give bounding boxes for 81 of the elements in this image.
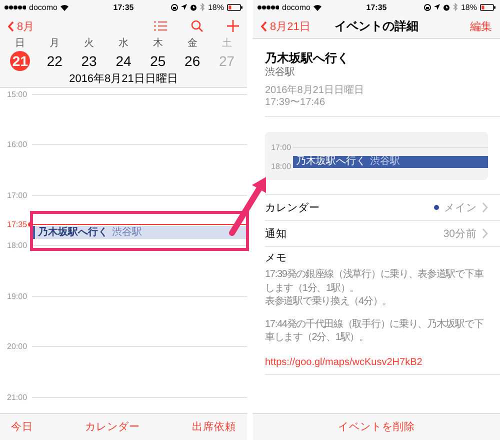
bluetooth-icon [200,3,205,11]
day-number[interactable]: 25 [148,51,168,71]
event-title: 乃木坂駅へ行く [265,50,349,66]
list-icon[interactable] [154,21,167,31]
alarm-icon [190,4,197,10]
battery-icon [227,4,243,10]
carrier-name: docomo [282,2,310,12]
hour-label: 19:00 [6,292,28,300]
weekday-label: 日 [14,38,26,50]
row-label: 通知 [265,226,287,240]
add-icon[interactable] [227,20,239,32]
event-location: 渋谷駅 [370,156,400,168]
tab-button[interactable]: 今日 [11,420,33,434]
memo-text: 17:44発の千代田線（取手行）に乗り、乃木坂駅で下車します（2分、1駅）。 [265,318,485,344]
clock-time: 17:35 [366,2,387,12]
day-number[interactable]: 24 [113,51,134,71]
bluetooth-icon [452,3,458,11]
carrier-name: docomo [29,2,58,12]
row-value: メイン [444,200,477,214]
day-number[interactable]: 21 [10,51,30,71]
event-block[interactable]: 乃木坂駅へ行く 渋谷駅 [33,226,247,239]
day-number[interactable]: 22 [44,51,65,71]
hour-label: 15:00 [6,90,28,98]
memo-text: 17:39発の銀座線（浅草行）に乗り、表参道駅で下車します（1分、1駅）。 [265,268,484,295]
day-number[interactable]: 23 [79,51,100,71]
chevron-icon [482,202,488,213]
location-arrow-icon [180,4,187,10]
nav-title: イベントの詳細 [334,18,418,32]
day-number[interactable]: 27 [216,51,237,71]
location-arrow-icon [434,4,440,10]
current-time-label: 17:35 [6,220,28,229]
event-time: 17:39〜17:46 [265,97,326,109]
rotation-lock-icon [170,4,178,10]
search-icon[interactable] [191,20,203,32]
event-location: 渋谷駅 [112,226,142,239]
signal-icon [257,4,279,10]
chevron-icon [261,20,267,32]
back-button[interactable]: 8月 [8,18,34,34]
event-title: 乃木坂駅へ行く [38,226,108,239]
battery-percent: 18% [208,2,224,12]
rotation-lock-icon [424,4,431,10]
delete-event-button[interactable]: イベントを削除 [338,420,415,434]
event-title: 乃木坂駅へ行く [296,156,366,168]
tab-button[interactable]: カレンダー [85,420,140,434]
hour-label: 18:00 [270,162,292,170]
weekday-label: 月 [48,38,61,50]
weekday-label: 金 [186,38,198,50]
weekday-label: 火 [83,38,96,50]
weekday-label: 水 [117,38,130,50]
signal-icon [4,4,26,10]
wifi-icon [60,4,70,10]
tab-button[interactable]: 出席依頼 [192,420,236,434]
event-location: 渋谷駅 [265,66,295,80]
event-block[interactable]: 乃木坂駅へ行く 渋谷駅 [293,156,488,168]
setting-row[interactable]: 通知 30分前 [265,221,500,247]
memo-text: 表参道駅で乗り換え（4分）。 [265,295,392,308]
event-date: 2016年8月21日日曜日 [265,85,364,97]
map-link[interactable]: https://goo.gl/maps/wcKusv2H7kB2 [265,356,422,370]
setting-row[interactable]: カレンダー メイン [265,195,500,221]
back-button[interactable]: 8月21日 [261,18,310,34]
alarm-icon [442,4,450,10]
day-number[interactable]: 26 [182,51,202,71]
hour-label: 17:00 [270,142,292,152]
row-label: カレンダー [265,200,320,214]
hour-label: 16:00 [6,140,28,149]
edit-button[interactable]: 編集 [470,18,492,34]
clock-time: 17:35 [113,2,134,12]
chevron-icon [482,228,488,239]
memo-label: メモ [265,251,287,265]
wifi-icon [313,4,322,10]
weekday-label: 木 [152,38,164,50]
hour-label: 21:00 [6,392,28,402]
hour-label: 20:00 [6,342,28,351]
weekday-label: 土 [220,38,233,50]
chevron-icon [8,20,14,32]
hour-label: 18:00 [6,241,28,250]
battery-icon [480,4,496,10]
row-value: 30分前 [443,226,477,240]
hour-label: 17:00 [6,190,28,200]
date-heading: 2016年8月21日日曜日 [69,72,178,86]
battery-percent: 18% [460,2,477,12]
